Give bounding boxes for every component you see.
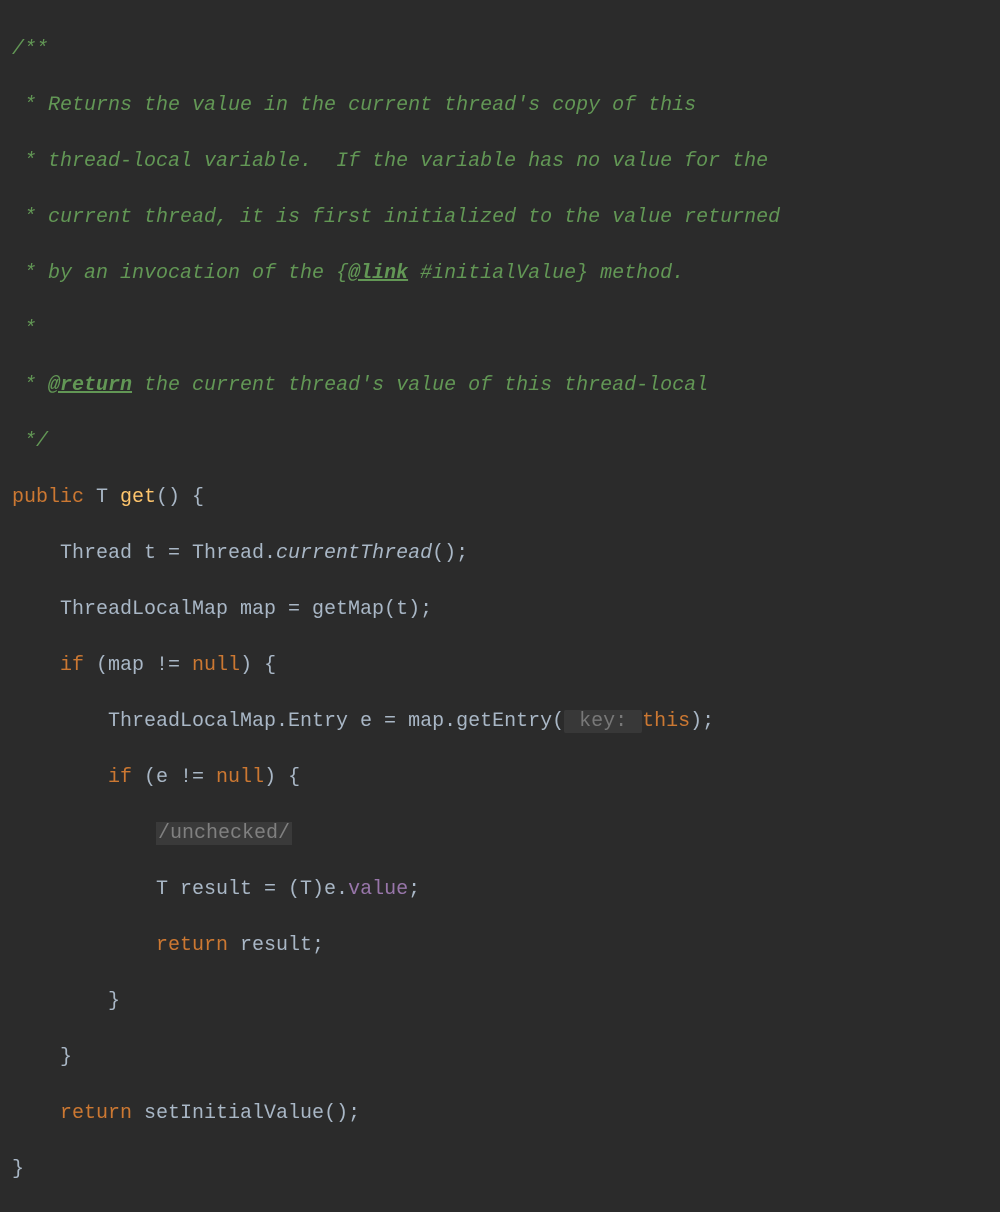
code-line: } bbox=[12, 1044, 988, 1072]
code-text: (map != bbox=[84, 654, 192, 677]
code-text: ) { bbox=[240, 654, 276, 677]
code-text: ; bbox=[408, 878, 420, 901]
code-line: ThreadLocalMap map = getMap(t); bbox=[12, 596, 988, 624]
code-text: T result = (T)e. bbox=[12, 878, 348, 901]
keyword-if: if bbox=[12, 654, 84, 677]
comment-text: /** bbox=[12, 38, 48, 61]
javadoc-return-tag: @return bbox=[48, 374, 132, 397]
code-text: ThreadLocalMap map = getMap(t); bbox=[12, 598, 432, 621]
code-line: if (map != null) { bbox=[12, 652, 988, 680]
code-line: T result = (T)e.value; bbox=[12, 876, 988, 904]
comment-text: */ bbox=[12, 430, 48, 453]
comment-text: Returns the value in the current thread'… bbox=[48, 94, 696, 117]
code-text: ThreadLocalMap.Entry e = map.getEntry( bbox=[12, 710, 564, 733]
javadoc-line: * bbox=[12, 316, 988, 344]
keyword-if: if bbox=[12, 766, 132, 789]
code-text: result; bbox=[228, 934, 324, 957]
comment-text: the current thread's value of this threa… bbox=[132, 374, 708, 397]
code-line: /unchecked/ bbox=[12, 820, 988, 848]
keyword-this: this bbox=[642, 710, 690, 733]
javadoc-line: * Returns the value in the current threa… bbox=[12, 92, 988, 120]
code-line: } bbox=[12, 988, 988, 1016]
comment-text: #initialValue} method. bbox=[408, 262, 684, 285]
javadoc-line: /** bbox=[12, 36, 988, 64]
comment-text: * bbox=[12, 318, 36, 341]
comment-prefix: * bbox=[12, 262, 48, 285]
javadoc-line: * current thread, it is first initialize… bbox=[12, 204, 988, 232]
code-line: if (e != null) { bbox=[12, 764, 988, 792]
code-line: public T get() { bbox=[12, 484, 988, 512]
code-text: (e != bbox=[132, 766, 216, 789]
folded-comment[interactable]: /unchecked/ bbox=[156, 822, 292, 845]
keyword-return: return bbox=[12, 934, 228, 957]
javadoc-link-tag: @link bbox=[348, 262, 408, 285]
javadoc-line: * thread-local variable. If the variable… bbox=[12, 148, 988, 176]
code-line: } bbox=[12, 1156, 988, 1184]
javadoc-line: * by an invocation of the {@link #initia… bbox=[12, 260, 988, 288]
javadoc-line: */ bbox=[12, 428, 988, 456]
code-text: ); bbox=[690, 710, 714, 733]
comment-text: current thread, it is first initialized … bbox=[48, 206, 780, 229]
code-text: (); bbox=[432, 542, 468, 565]
code-text: () { bbox=[156, 486, 204, 509]
comment-prefix: * bbox=[12, 374, 48, 397]
code-text: } bbox=[12, 990, 120, 1013]
static-method-call: currentThread bbox=[276, 542, 432, 565]
comment-text: thread-local variable. If the variable h… bbox=[48, 150, 768, 173]
field-access: value bbox=[348, 878, 408, 901]
code-text: setInitialValue(); bbox=[132, 1102, 360, 1125]
type-param: T bbox=[84, 486, 120, 509]
javadoc-line: * @return the current thread's value of … bbox=[12, 372, 988, 400]
code-line: return result; bbox=[12, 932, 988, 960]
code-text: Thread t = Thread. bbox=[12, 542, 276, 565]
comment-prefix: * bbox=[12, 94, 48, 117]
method-name-get: get bbox=[120, 486, 156, 509]
comment-prefix: * bbox=[12, 206, 48, 229]
indent bbox=[12, 822, 156, 845]
code-line: return setInitialValue(); bbox=[12, 1100, 988, 1128]
code-line: ThreadLocalMap.Entry e = map.getEntry( k… bbox=[12, 708, 988, 736]
comment-text: by an invocation of the { bbox=[48, 262, 348, 285]
code-text: ) { bbox=[264, 766, 300, 789]
keyword-return: return bbox=[12, 1102, 132, 1125]
code-text: } bbox=[12, 1046, 72, 1069]
code-text: } bbox=[12, 1158, 24, 1181]
keyword-null: null bbox=[216, 766, 264, 789]
parameter-hint: key: bbox=[564, 710, 642, 733]
keyword-public: public bbox=[12, 486, 84, 509]
keyword-null: null bbox=[192, 654, 240, 677]
comment-prefix: * bbox=[12, 150, 48, 173]
code-editor[interactable]: /** * Returns the value in the current t… bbox=[12, 8, 988, 1212]
code-line: Thread t = Thread.currentThread(); bbox=[12, 540, 988, 568]
